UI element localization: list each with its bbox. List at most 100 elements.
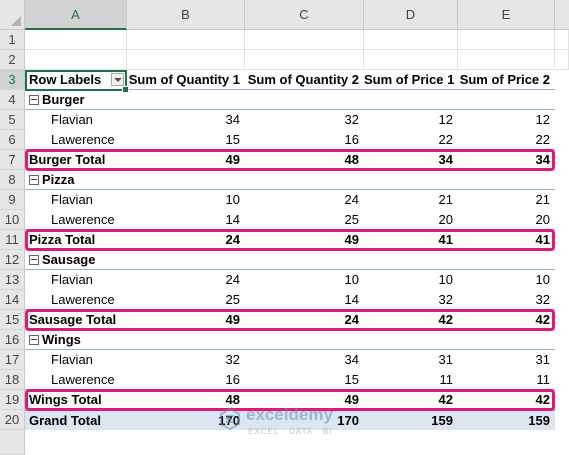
row-header-10[interactable]: 10 <box>0 210 25 230</box>
pivot-header-cell[interactable]: Sum of Price 2 <box>458 70 555 90</box>
group-label[interactable]: Pizza <box>25 170 555 190</box>
column-header-a[interactable]: A <box>25 0 127 30</box>
value-cell[interactable]: 24 <box>127 270 245 290</box>
table-row: Lawerence 16 15 11 11 <box>25 370 569 390</box>
cell[interactable] <box>555 30 569 50</box>
row-header-18[interactable]: 18 <box>0 370 25 390</box>
row-header-11[interactable]: 11 <box>0 230 25 250</box>
subtotal-highlight-box <box>25 149 555 171</box>
item-label[interactable]: Flavian <box>25 190 127 210</box>
value-cell[interactable]: 10 <box>364 270 458 290</box>
row-header-7[interactable]: 7 <box>0 150 25 170</box>
value-cell[interactable]: 11 <box>458 370 555 390</box>
row-header-15[interactable]: 15 <box>0 310 25 330</box>
empty-row <box>25 30 569 50</box>
group-label[interactable]: Burger <box>25 90 555 110</box>
item-label[interactable]: Lawerence <box>25 130 127 150</box>
cell[interactable] <box>245 30 364 50</box>
pivot-header-cell[interactable]: Sum of Quantity 1 <box>127 70 245 90</box>
cell[interactable] <box>127 30 245 50</box>
value-cell[interactable]: 32 <box>245 110 364 130</box>
row-header-16[interactable]: 16 <box>0 330 25 350</box>
value-cell[interactable]: 16 <box>245 130 364 150</box>
table-row: Lawerence 14 25 20 20 <box>25 210 569 230</box>
item-label[interactable]: Flavian <box>25 270 127 290</box>
value-cell[interactable]: 16 <box>127 370 245 390</box>
value-cell[interactable]: 31 <box>364 350 458 370</box>
row-header-5[interactable]: 5 <box>0 110 25 130</box>
value-cell[interactable]: 15 <box>127 130 245 150</box>
value-cell[interactable]: 32 <box>127 350 245 370</box>
value-cell[interactable]: 15 <box>245 370 364 390</box>
value-cell[interactable]: 22 <box>364 130 458 150</box>
collapse-icon[interactable] <box>29 254 39 265</box>
row-header-12[interactable]: 12 <box>0 250 25 270</box>
column-header-e[interactable]: E <box>458 0 555 30</box>
value-cell[interactable]: 25 <box>127 290 245 310</box>
row-header-13[interactable]: 13 <box>0 270 25 290</box>
select-all-corner[interactable] <box>0 0 25 30</box>
item-label[interactable]: Lawerence <box>25 290 127 310</box>
row-header-6[interactable]: 6 <box>0 130 25 150</box>
row-header-14[interactable]: 14 <box>0 290 25 310</box>
value-cell[interactable]: 21 <box>364 190 458 210</box>
row-header-9[interactable]: 9 <box>0 190 25 210</box>
value-cell[interactable]: 10 <box>127 190 245 210</box>
value-cell[interactable]: 10 <box>245 270 364 290</box>
value-cell[interactable]: 32 <box>458 290 555 310</box>
column-header-c[interactable]: C <box>245 0 364 30</box>
value-cell[interactable]: 12 <box>458 110 555 130</box>
row-header-21[interactable] <box>0 430 25 455</box>
column-header-b[interactable]: B <box>127 0 245 30</box>
cell[interactable] <box>25 50 127 70</box>
item-label[interactable]: Lawerence <box>25 370 127 390</box>
cell[interactable] <box>458 30 555 50</box>
grand-total-label[interactable]: Grand Total <box>25 410 127 430</box>
value-cell[interactable]: 32 <box>364 290 458 310</box>
collapse-icon[interactable] <box>29 174 39 185</box>
pivot-header-cell[interactable]: Sum of Quantity 2 <box>245 70 364 90</box>
value-cell[interactable]: 34 <box>127 110 245 130</box>
row-header-20[interactable]: 20 <box>0 410 25 430</box>
cell[interactable] <box>127 50 245 70</box>
value-cell[interactable]: 25 <box>245 210 364 230</box>
value-cell[interactable]: 14 <box>245 290 364 310</box>
collapse-icon[interactable] <box>29 94 39 105</box>
grand-total-cell[interactable]: 159 <box>458 410 555 430</box>
collapse-icon[interactable] <box>29 334 39 345</box>
row-header-17[interactable]: 17 <box>0 350 25 370</box>
value-cell[interactable]: 14 <box>127 210 245 230</box>
value-cell[interactable]: 10 <box>458 270 555 290</box>
value-cell[interactable]: 20 <box>458 210 555 230</box>
value-cell[interactable]: 11 <box>364 370 458 390</box>
row-header-2[interactable]: 2 <box>0 50 25 70</box>
row-header-3[interactable]: 3 <box>0 70 25 90</box>
value-cell[interactable]: 20 <box>364 210 458 230</box>
item-label[interactable]: Flavian <box>25 110 127 130</box>
group-label[interactable]: Sausage <box>25 250 555 270</box>
column-header-f[interactable] <box>555 0 569 30</box>
cell[interactable] <box>245 50 364 70</box>
value-cell[interactable]: 24 <box>245 190 364 210</box>
cell[interactable] <box>364 50 458 70</box>
row-header-1[interactable]: 1 <box>0 30 25 50</box>
value-cell[interactable]: 34 <box>245 350 364 370</box>
group-row: Burger <box>25 90 569 110</box>
row-header-19[interactable]: 19 <box>0 390 25 410</box>
value-cell[interactable]: 12 <box>364 110 458 130</box>
pivot-header-cell[interactable]: Sum of Price 1 <box>364 70 458 90</box>
cell[interactable] <box>458 50 555 70</box>
value-cell[interactable]: 31 <box>458 350 555 370</box>
column-header-d[interactable]: D <box>364 0 458 30</box>
grand-total-cell[interactable]: 159 <box>364 410 458 430</box>
cell[interactable] <box>25 30 127 50</box>
row-header-4[interactable]: 4 <box>0 90 25 110</box>
value-cell[interactable]: 22 <box>458 130 555 150</box>
cell[interactable] <box>364 30 458 50</box>
item-label[interactable]: Flavian <box>25 350 127 370</box>
row-header-8[interactable]: 8 <box>0 170 25 190</box>
value-cell[interactable]: 21 <box>458 190 555 210</box>
group-label[interactable]: Wings <box>25 330 555 350</box>
item-label[interactable]: Lawerence <box>25 210 127 230</box>
cell[interactable] <box>555 50 569 70</box>
